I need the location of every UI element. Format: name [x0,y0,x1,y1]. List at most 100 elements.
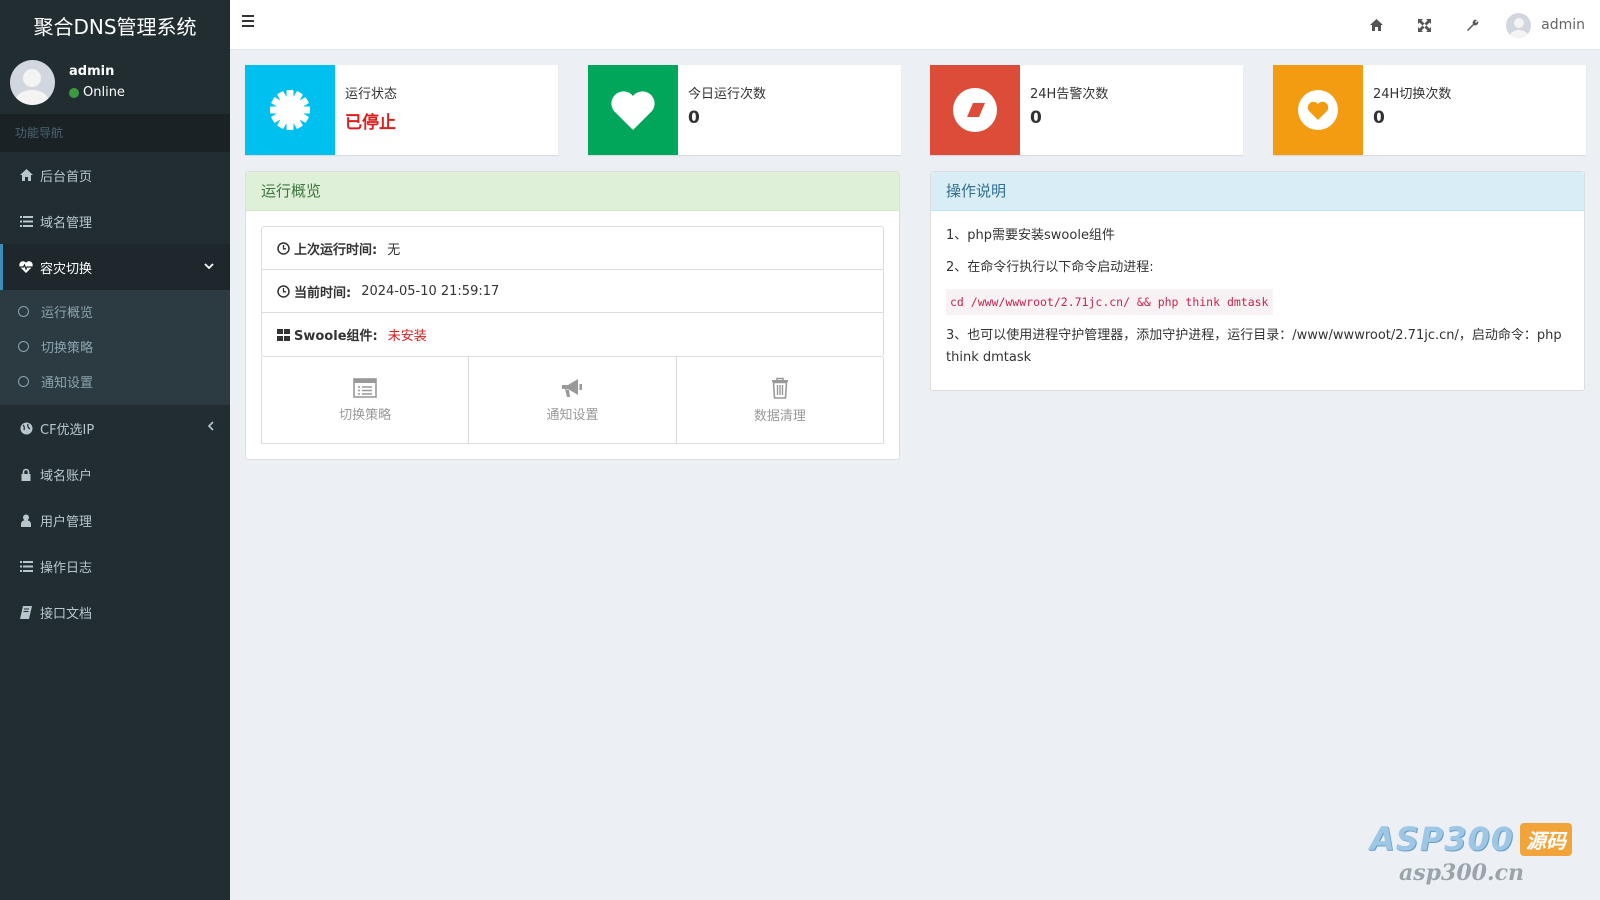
info-box-value: 0 [688,108,700,128]
info-box-value: 0 [1373,108,1385,128]
user-menu[interactable]: admin [1496,12,1600,38]
info-box-24h-alerts: 24H告警次数 0 [930,65,1243,155]
notify-settings-button[interactable]: 通知设置 [469,357,677,443]
instruction-line: 2、在命令行执行以下命令启动进程: [946,260,1154,275]
heart-circle-icon [1273,65,1363,155]
sidebar-item-label: 容灾切换 [40,261,93,277]
wrench-icon [1466,19,1478,31]
instruction-line: 1、php需要安装swoole组件 [946,228,1115,243]
panel-title: 运行概览 [246,172,899,211]
info-box-run-status: 运行状态 已停止 [245,65,558,155]
sidebar-item-label: 操作日志 [40,560,93,576]
expand-icon [1417,18,1431,32]
chevron-down-icon [204,259,214,273]
instruction-line: 3、也可以使用进程守护管理器，添加守护进程，运行目录：/www/wwwroot/… [946,328,1562,365]
submenu-item-label: 通知设置 [41,376,94,391]
sidebar-item-label: 域名账户 [40,468,93,484]
submenu-item-strategy[interactable]: 切换策略 [0,329,230,364]
fullscreen-button[interactable] [1400,0,1448,50]
info-box-label: 今日运行次数 [688,87,767,102]
list-icon [18,560,34,572]
sidebar-item-accounts[interactable]: 域名账户 [0,451,230,497]
watermark-brand: ASP300 [1369,820,1514,858]
user-icon [18,514,34,527]
list-item: 上次运行时间: 无 [262,227,883,270]
list-item: Swoole组件: 未安装 [262,313,883,356]
info-box-value: 已停止 [345,113,396,133]
book-icon [18,605,34,619]
settings-button[interactable] [1448,0,1496,50]
list-icon [18,215,34,227]
home-icon [18,169,34,181]
chevron-left-icon [207,420,214,434]
sidebar-item-cf-ip[interactable]: CF优选IP [0,405,230,451]
info-box-label: 运行状态 [345,87,398,102]
grid-icon [277,328,290,341]
sidebar-toggle-button[interactable] [242,15,258,33]
info-box-label: 24H告警次数 [1030,87,1109,102]
sidebar-item-home[interactable]: 后台首页 [0,152,230,198]
clock-icon [277,284,290,298]
sidebar: 聚合DNS管理系统 admin Online 功能导航 后台首页 域名管理 容灾… [0,0,230,900]
hamburger-icon [242,15,254,17]
info-box-value: 0 [1030,108,1042,128]
circle-icon [18,306,29,317]
bullhorn-icon [562,378,583,397]
status-dot-icon [69,87,79,98]
panel-title: 操作说明 [931,172,1584,211]
sidebar-item-label: 后台首页 [40,169,93,185]
info-box-today-runs: 今日运行次数 0 [588,65,901,155]
submenu-item-overview[interactable]: 运行概览 [0,294,230,329]
globe-icon [18,422,34,435]
button-label: 通知设置 [546,407,599,423]
info-box-label: 24H切换次数 [1373,87,1452,102]
sidebar-item-api-docs[interactable]: 接口文档 [0,589,230,635]
gear-icon [245,65,335,155]
list-alt-icon [353,377,377,398]
overview-panel: 运行概览 上次运行时间: 无 当前时间: 2024-05-10 21:59:17… [245,171,900,460]
submenu-item-notify[interactable]: 通知设置 [0,364,230,399]
user-status: Online [69,85,125,100]
user-name: admin [69,64,115,79]
instructions-panel: 操作说明 1、php需要安装swoole组件 2、在命令行执行以下命令启动进程:… [930,171,1585,391]
sidebar-item-label: 域名管理 [40,215,93,231]
top-actions: admin [1352,0,1600,50]
row-label: 上次运行时间: [294,242,378,258]
info-box-24h-switches: 24H切换次数 0 [1273,65,1586,155]
watermark-domain: asp300.cn [1399,860,1524,886]
submenu: 运行概览 切换策略 通知设置 [0,290,230,405]
avatar [10,59,55,105]
watermark-logo: ASP300 源码 asp300.cn [1370,820,1572,886]
sidebar-item-logs[interactable]: 操作日志 [0,543,230,589]
button-label: 数据清理 [753,408,806,424]
command-code: cd /www/wwwroot/2.71jc.cn/ && php think … [946,289,1273,315]
home-button[interactable] [1352,0,1400,50]
sidebar-item-disaster-switch[interactable]: 容灾切换 [0,244,230,290]
row-value: 2024-05-10 21:59:17 [361,283,500,299]
list-item: 当前时间: 2024-05-10 21:59:17 [262,270,883,313]
sidebar-item-users[interactable]: 用户管理 [0,497,230,543]
row-value: 未安装 [387,329,427,344]
brand-title[interactable]: 聚合DNS管理系统 [0,0,230,50]
avatar [1506,12,1532,38]
circle-icon [18,376,29,387]
sidebar-item-domains[interactable]: 域名管理 [0,198,230,244]
eraser-icon [930,65,1020,155]
watermark-tag: 源码 [1520,822,1572,856]
data-cleanup-button[interactable]: 数据清理 [677,357,883,443]
clock-icon [277,241,290,255]
button-label: 切换策略 [339,407,392,423]
heart-icon [588,65,678,155]
lock-icon [18,468,34,481]
trash-icon [771,377,788,399]
home-icon [1369,19,1383,31]
heartbeat-icon [18,261,34,273]
overview-button-grid: 切换策略 通知设置 数据清理 [261,357,884,444]
submenu-item-label: 运行概览 [41,306,94,321]
switch-strategy-button[interactable]: 切换策略 [262,357,470,443]
row-label: 当前时间: [294,285,352,301]
submenu-item-label: 切换策略 [41,341,94,356]
sidebar-item-label: 用户管理 [40,514,93,530]
user-panel: admin Online [0,50,230,114]
row-label: Swoole组件: [294,329,378,344]
